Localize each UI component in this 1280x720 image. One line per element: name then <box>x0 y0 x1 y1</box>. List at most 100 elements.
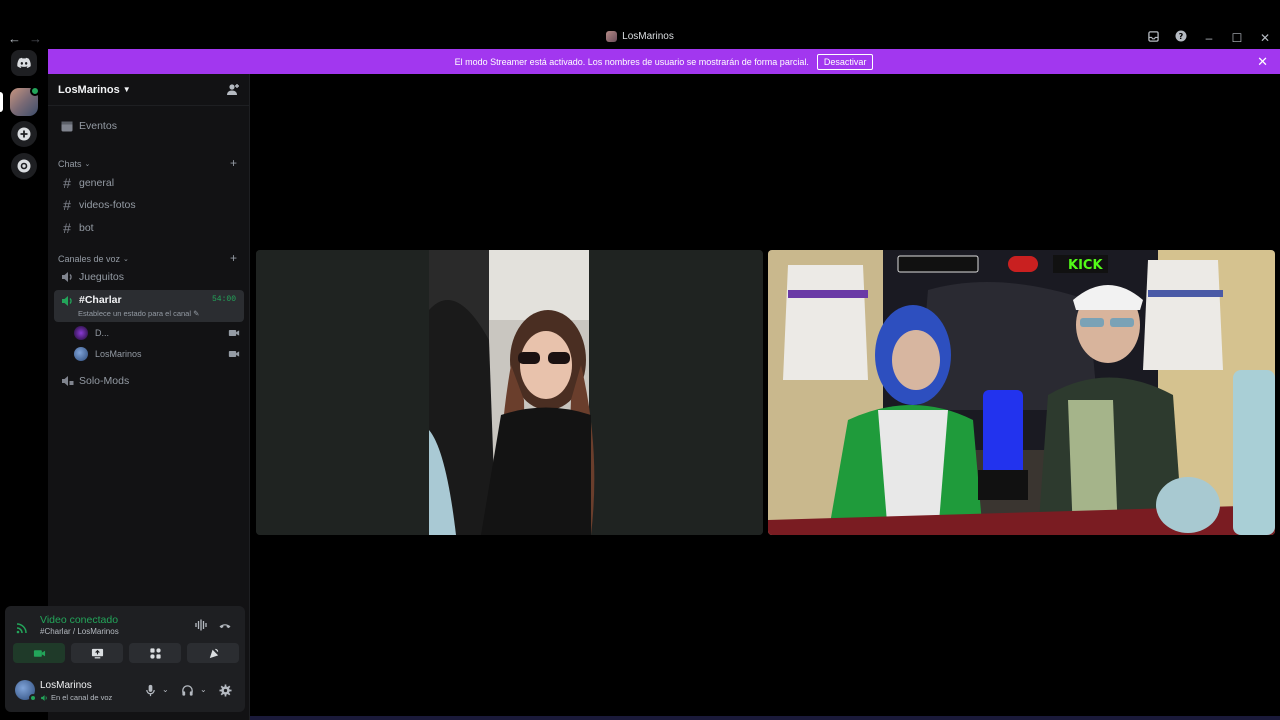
voice-member[interactable]: LosMarinos <box>74 345 244 363</box>
member-name: D... <box>95 328 110 338</box>
chevron-down-icon: ⌄ <box>123 256 129 263</box>
chats-category-label: Chats <box>58 159 82 169</box>
guild-name: LosMarinos <box>58 83 120 96</box>
banner-message: El modo Streamer está activado. Los nomb… <box>454 56 809 67</box>
channel-bot[interactable]: # bot <box>54 218 244 238</box>
window-controls: ? – ☐ ✕ <box>1146 30 1272 45</box>
video-feed-1 <box>256 250 763 535</box>
voice-category-label: Canales de voz <box>58 254 121 264</box>
streamer-mode-banner: El modo Streamer está activado. Los nomb… <box>48 49 1280 74</box>
channel-status-text: Establece un estado para el canal <box>78 309 191 318</box>
deactivate-button[interactable]: Desactivar <box>816 53 874 70</box>
gear-icon[interactable] <box>219 684 232 697</box>
chats-category[interactable]: Chats ⌄ <box>58 159 90 169</box>
voice-channel-solo-mods[interactable]: Solo-Mods <box>54 371 244 391</box>
svg-text:?: ? <box>1179 32 1184 41</box>
server-icon <box>606 31 618 42</box>
explore-compass-icon[interactable] <box>11 153 37 179</box>
minimize-icon[interactable]: – <box>1202 31 1216 45</box>
events-label: Eventos <box>79 120 117 132</box>
signal-icon[interactable] <box>15 619 31 635</box>
add-channel-icon[interactable]: + <box>230 156 237 170</box>
soundboard-icon <box>209 648 218 658</box>
discord-home-icon[interactable] <box>11 50 37 76</box>
invite-user-icon[interactable] <box>226 83 240 97</box>
channel-label: general <box>79 177 115 189</box>
pencil-icon: ✎ <box>193 309 200 318</box>
channel-general[interactable]: # general <box>54 173 244 193</box>
disconnect-icon[interactable] <box>218 618 232 632</box>
bottom-strip <box>250 716 1280 720</box>
voice-category[interactable]: Canales de voz ⌄ <box>58 254 129 264</box>
speaker-icon <box>62 272 72 282</box>
inbox-icon[interactable] <box>1146 30 1160 45</box>
avatar <box>74 347 88 361</box>
channel-videos-fotos[interactable]: # videos-fotos <box>54 195 244 215</box>
voice-status-title[interactable]: Video conectado <box>40 614 118 626</box>
screen-share-icon <box>91 648 103 658</box>
channel-label: #Charlar <box>79 294 122 306</box>
speaker-active-icon <box>62 296 72 306</box>
chevron-down-icon: ▼ <box>122 85 131 94</box>
camera-icon <box>228 351 240 357</box>
video-tile-1[interactable] <box>256 250 763 535</box>
channel-label: Solo-Mods <box>79 375 130 387</box>
voice-channel-charlar[interactable]: #Charlar 54:00 Establece un estado para … <box>54 290 244 322</box>
activities-button[interactable] <box>129 643 181 663</box>
video-tile-2[interactable]: KICK <box>768 250 1275 535</box>
calendar-icon <box>61 121 73 132</box>
maximize-icon[interactable]: ☐ <box>1230 31 1244 45</box>
close-window-icon[interactable]: ✕ <box>1258 31 1272 45</box>
chevron-down-icon: ⌄ <box>84 161 91 168</box>
speaker-icon <box>41 694 47 701</box>
user-panel: LosMarinos En el canal de voz ⌄ ⌄ <box>5 666 245 712</box>
hash-icon: # <box>63 197 71 213</box>
voice-status-channel[interactable]: #Charlar / LosMarinos <box>40 627 119 636</box>
user-avatar[interactable] <box>15 680 37 702</box>
title-bar: ← → LosMarinos ? – ☐ ✕ <box>0 0 1280 49</box>
activities-icon <box>149 647 161 659</box>
avatar <box>74 326 88 340</box>
channel-label: Jueguitos <box>79 271 124 283</box>
user-name[interactable]: LosMarinos <box>40 680 92 691</box>
voice-connection-panel: Video conectado #Charlar / LosMarinos <box>5 606 245 666</box>
voice-actions <box>13 643 239 663</box>
locked-speaker-icon <box>62 376 74 386</box>
soundboard-button[interactable] <box>187 643 239 663</box>
server-losmarinos-icon[interactable] <box>10 86 40 116</box>
online-indicator <box>29 694 37 702</box>
chevron-down-icon[interactable]: ⌄ <box>162 685 169 694</box>
channel-timer: 54:00 <box>211 295 236 304</box>
camera-icon <box>33 649 45 657</box>
online-indicator <box>30 86 40 96</box>
camera-toggle-button[interactable] <box>13 643 65 663</box>
selected-server-pill <box>0 92 3 112</box>
svg-text:KICK: KICK <box>1068 258 1103 273</box>
events-item[interactable]: Eventos <box>54 116 244 136</box>
screen-share-button[interactable] <box>71 643 123 663</box>
help-icon[interactable]: ? <box>1174 30 1188 45</box>
channel-status[interactable]: Establece un estado para el canal ✎ <box>78 309 199 318</box>
add-voice-channel-icon[interactable]: + <box>230 251 237 265</box>
chevron-down-icon[interactable]: ⌄ <box>200 685 207 694</box>
video-stage: KICK <box>250 74 1280 720</box>
microphone-icon[interactable] <box>144 684 157 697</box>
close-icon[interactable]: ✕ <box>1257 54 1268 70</box>
voice-member[interactable]: D... <box>74 324 244 342</box>
user-status: En el canal de voz <box>40 693 112 702</box>
hash-icon: # <box>63 220 71 236</box>
guild-header[interactable]: LosMarinos ▼ <box>48 74 250 106</box>
member-name: LosMarinos <box>95 349 142 359</box>
camera-icon <box>228 330 240 336</box>
hash-icon: # <box>63 175 71 191</box>
channel-label: videos-fotos <box>79 199 136 211</box>
user-status-text: En el canal de voz <box>51 693 113 702</box>
channel-label: bot <box>79 222 94 234</box>
noise-suppression-icon[interactable] <box>194 618 208 632</box>
headphones-icon[interactable] <box>181 684 194 697</box>
add-server-icon[interactable] <box>11 121 37 147</box>
window-title-text: LosMarinos <box>622 31 674 42</box>
voice-channel-jueguitos[interactable]: Jueguitos <box>54 267 244 287</box>
video-feed-2: KICK <box>768 250 1275 535</box>
window-title: LosMarinos <box>0 31 1280 42</box>
